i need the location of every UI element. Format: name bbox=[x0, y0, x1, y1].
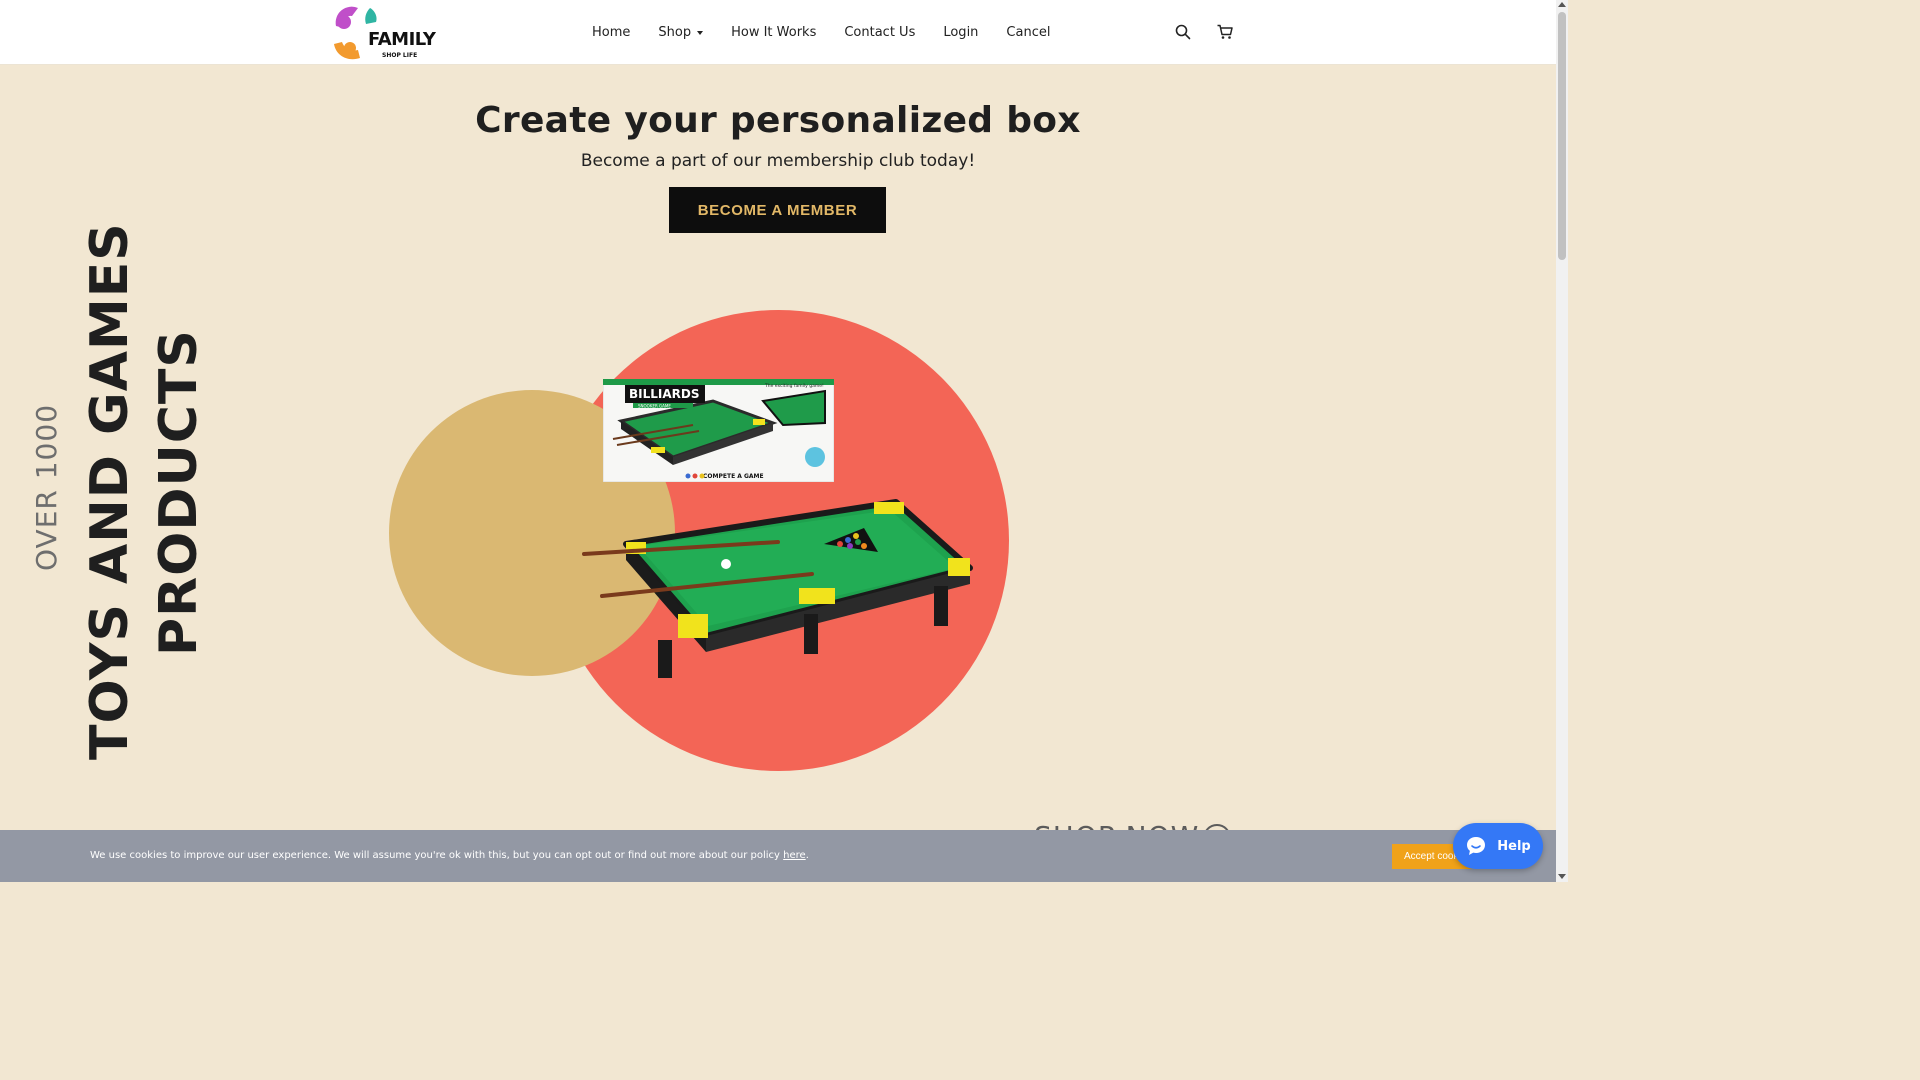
pool-table-image[interactable] bbox=[578, 496, 978, 686]
nav-cancel[interactable]: Cancel bbox=[992, 25, 1064, 40]
help-chat-button[interactable]: Help bbox=[1453, 823, 1543, 869]
search-icon[interactable] bbox=[1174, 23, 1192, 41]
hero-subtitle: Become a part of our membership club tod… bbox=[580, 151, 976, 171]
nav-shop[interactable]: Shop bbox=[644, 25, 717, 40]
nav-contact-us-label: Contact Us bbox=[844, 25, 916, 40]
chevron-down-icon bbox=[697, 30, 704, 35]
hero-title: Create your personalized box bbox=[475, 100, 1081, 141]
product-box-title: BILLIARDS bbox=[629, 387, 700, 401]
cart-icon[interactable] bbox=[1216, 23, 1234, 41]
page-scrollbar[interactable] bbox=[1556, 0, 1568, 882]
nav-cancel-label: Cancel bbox=[1006, 25, 1051, 40]
cookie-text-before: We use cookies to improve our user exper… bbox=[90, 850, 784, 861]
product-box-tagline: The exciting family game! bbox=[764, 383, 824, 389]
product-box-subtitle: SNOOKER GAME bbox=[638, 404, 671, 409]
nav-how-it-works-label: How It Works bbox=[731, 25, 817, 40]
brand-tagline: SHOP LIFE bbox=[382, 52, 418, 59]
cookie-policy-link[interactable]: here bbox=[783, 850, 806, 861]
nav-home-label: Home bbox=[592, 25, 631, 40]
become-member-button[interactable]: BECOME A MEMBER bbox=[669, 187, 886, 233]
chat-bubble-icon bbox=[1467, 837, 1486, 855]
brand-logo[interactable]: FAMILY SHOP LIFE bbox=[330, 4, 440, 62]
nav-login-label: Login bbox=[943, 25, 979, 40]
help-label: Help bbox=[1497, 838, 1531, 854]
site-header: FAMILY SHOP LIFE Home Shop How It Works … bbox=[0, 0, 1556, 65]
product-box-footer: COMPETE A GAME bbox=[703, 473, 764, 480]
scroll-down-arrow-icon[interactable] bbox=[1558, 874, 1566, 879]
nav-how-it-works[interactable]: How It Works bbox=[717, 25, 830, 40]
nav-login[interactable]: Login bbox=[929, 25, 992, 40]
cookie-text-after: . bbox=[805, 850, 809, 861]
scrollbar-thumb[interactable] bbox=[1558, 12, 1566, 260]
nav-home[interactable]: Home bbox=[578, 25, 644, 40]
side-text-products: PRODUCTS bbox=[149, 329, 209, 656]
main-nav: Home Shop How It Works Contact Us Login … bbox=[578, 0, 1064, 65]
nav-shop-label: Shop bbox=[658, 25, 692, 40]
nav-contact-us[interactable]: Contact Us bbox=[830, 25, 929, 40]
product-box-image[interactable]: BILLIARDS SNOOKER GAME The exciting fami… bbox=[603, 379, 834, 482]
brand-name: FAMILY bbox=[368, 29, 436, 50]
side-text-toys-and-games: TOYS AND GAMES bbox=[80, 222, 140, 760]
cookie-banner: We use cookies to improve our user exper… bbox=[0, 830, 1556, 882]
cookie-message: We use cookies to improve our user exper… bbox=[90, 850, 809, 861]
scroll-up-arrow-icon[interactable] bbox=[1558, 2, 1566, 7]
side-text-over: OVER 1000 bbox=[30, 403, 63, 571]
